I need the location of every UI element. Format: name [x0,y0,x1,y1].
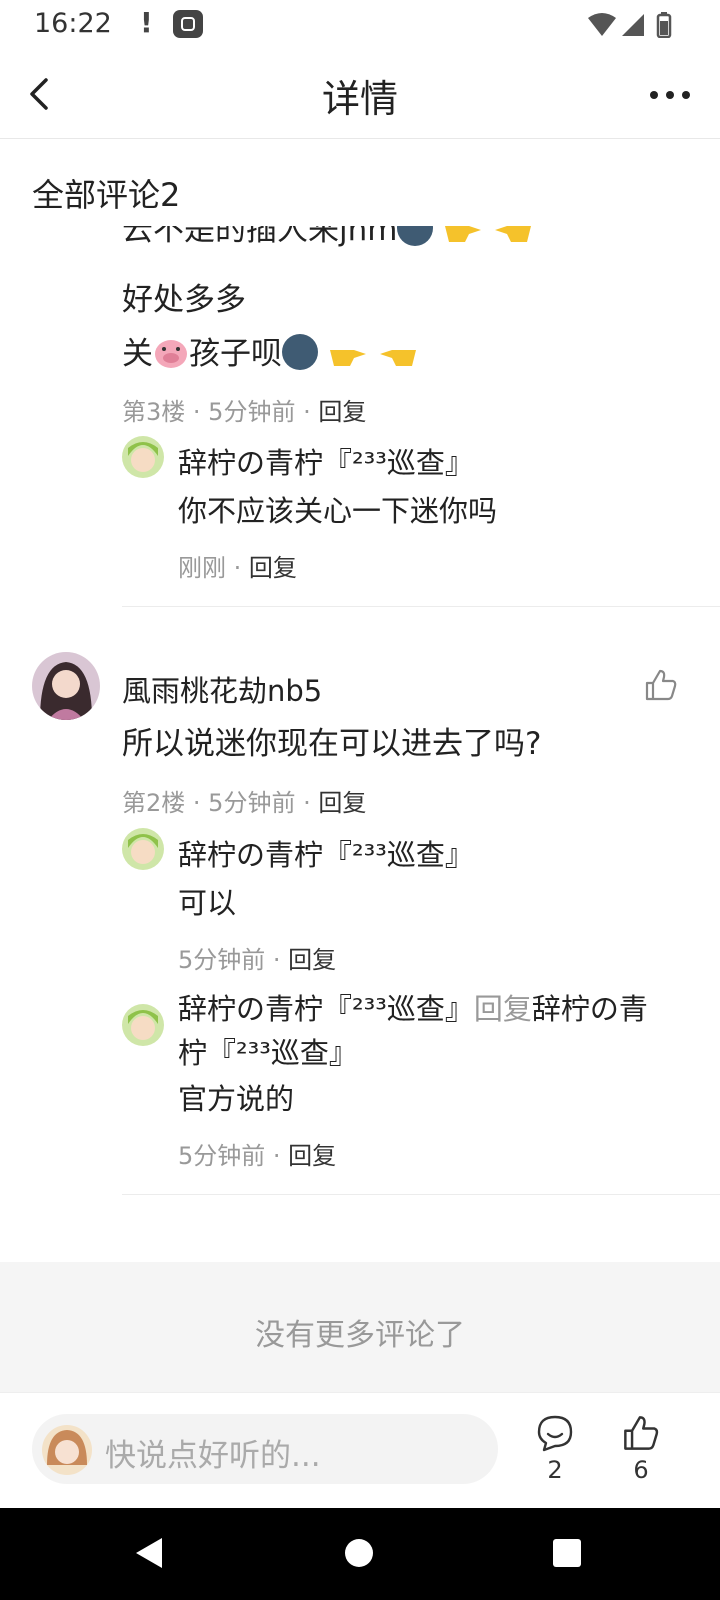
comments-section-title: 全部评论2 [32,176,181,214]
thumbs-up-icon[interactable] [622,1414,660,1452]
reply-button[interactable]: 回复 [318,398,366,426]
pig-face-icon [155,340,187,368]
comment-divider [122,1194,720,1195]
avatar[interactable] [32,652,100,720]
reply-text: 你不应该关心一下迷你吗 [178,494,498,528]
page-title: 详情 [321,77,398,121]
status-icons [588,12,672,38]
pointing-hand-icon [445,226,482,242]
reply-meta: 5分钟前 · 回复 [178,1142,337,1170]
clipped-region: 云不是的插人来jhm [0,226,720,266]
comment-meta: 第2楼 · 5分钟前 · 回复 [122,789,367,817]
wifi-icon [588,13,616,36]
thumbs-up-icon[interactable] [644,668,678,702]
app-notification-icon [173,10,203,38]
more-dots-icon[interactable] [646,78,702,112]
nav-back-icon[interactable] [134,1536,164,1570]
reply-button[interactable]: 回复 [249,554,297,582]
reply-header: 辞柠の青柠『²³³巡查』回复辞柠の青 [178,986,648,1028]
reply-author[interactable]: 辞柠の青柠『²³³巡查』 [178,832,474,874]
comment-line: 关孩子呗 [122,328,418,373]
reply-text: 官方说的 [178,1082,295,1116]
reply-meta: 5分钟前 · 回复 [178,946,337,974]
pointing-hand-icon [379,350,416,366]
status-time: 16:22 [34,8,112,39]
reply-button[interactable]: 回复 [288,946,336,974]
avatar [42,1425,92,1475]
reply-text: 可以 [178,886,237,920]
comment-bubble-icon[interactable] [536,1414,574,1452]
comment-author[interactable]: 風雨桃花劫nb5 [122,668,322,710]
avatar[interactable] [122,1004,164,1046]
comment-divider [122,606,720,607]
reply-button[interactable]: 回复 [288,1142,336,1170]
no-more-comments: 没有更多评论了 [255,1318,465,1353]
header-divider [0,138,720,139]
reply-button[interactable]: 回复 [318,789,366,817]
signal-icon [622,14,644,36]
reply-target[interactable]: 辞柠の青 [532,992,648,1026]
comment-line: 好处多多 [122,282,246,318]
comment-line-clipped: 云不是的插人来jhm [122,226,533,249]
avatar[interactable] [122,436,164,478]
comment-count: 2 [547,1456,563,1484]
reply-author[interactable]: 辞柠の青柠『²³³巡查』 [178,440,474,482]
pointing-hand-icon [329,350,366,366]
comment-text: 所以说迷你现在可以进去了吗? [122,726,542,762]
pointing-hand-icon [495,226,532,242]
alert-icon: ! [140,6,153,39]
moon-face-icon [282,334,318,370]
moon-face-icon [397,226,434,246]
like-count: 6 [633,1456,649,1484]
reply-meta: 刚刚 · 回复 [178,554,297,582]
reply-word: 回复 [473,992,532,1026]
comment-placeholder[interactable]: 快说点好听的... [105,1430,321,1475]
reply-target-cont[interactable]: 柠『²³³巡查』 [178,1030,358,1072]
avatar[interactable] [122,828,164,870]
nav-recents-icon[interactable] [552,1538,582,1568]
nav-home-icon[interactable] [344,1538,374,1568]
comment-meta: 第3楼 · 5分钟前 · 回复 [122,398,367,426]
reply-author[interactable]: 辞柠の青柠『²³³巡查』 [178,992,474,1026]
